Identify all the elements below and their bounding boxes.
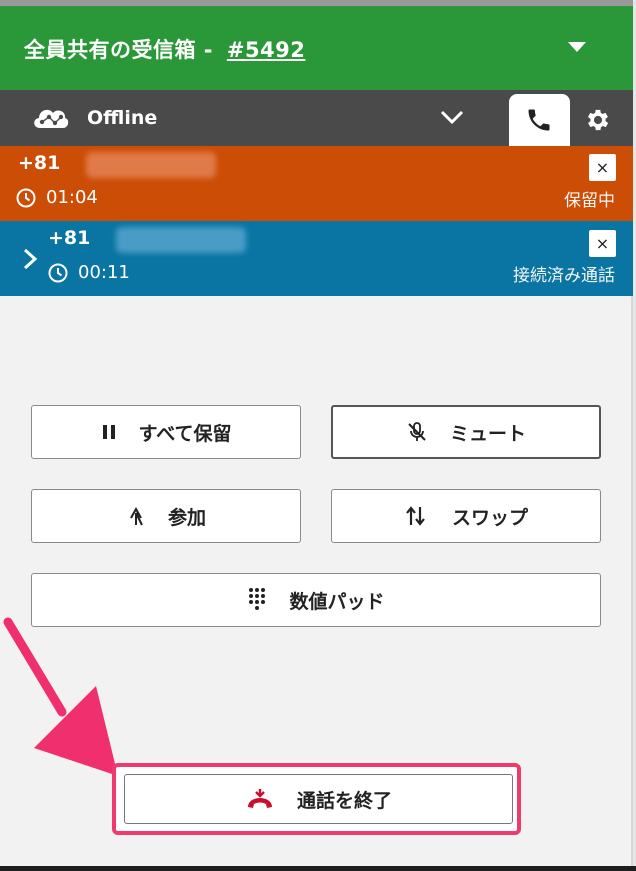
merge-icon bbox=[126, 505, 146, 527]
hold-all-label: すべて保留 bbox=[138, 422, 232, 445]
redacted-number bbox=[86, 152, 216, 178]
mute-button[interactable]: ミュート bbox=[331, 405, 601, 459]
hang-up-icon bbox=[245, 787, 275, 811]
inbox-title-label: 全員共有の受信箱 - bbox=[24, 38, 221, 62]
pause-icon bbox=[101, 424, 117, 440]
call-state: 接続済み通話 bbox=[513, 266, 615, 286]
clock-icon bbox=[48, 263, 68, 283]
call-card-connected[interactable]: +81 00:11 接続済み通話 × bbox=[0, 221, 633, 296]
cloud-network-icon bbox=[34, 109, 69, 128]
clock-icon bbox=[16, 188, 36, 208]
hold-all-button[interactable]: すべて保留 bbox=[31, 405, 301, 459]
inbox-number-link[interactable]: #5492 bbox=[227, 38, 306, 62]
keypad-label: 数値パッド bbox=[289, 590, 385, 613]
status-bar: Offline bbox=[0, 90, 633, 146]
call-number: +81 bbox=[48, 227, 91, 249]
call-duration: 01:04 bbox=[46, 187, 98, 208]
softphone-panel: 全員共有の受信箱 - #5492 Offline +81 01:04 保留中 ×… bbox=[0, 0, 633, 866]
close-button[interactable]: × bbox=[589, 230, 616, 257]
end-call-highlight: 通話を終了 bbox=[112, 763, 521, 835]
close-button[interactable]: × bbox=[589, 154, 616, 181]
end-call-label: 通話を終了 bbox=[296, 789, 392, 812]
chevron-right-icon[interactable] bbox=[20, 247, 40, 271]
swap-label: スワップ bbox=[451, 506, 528, 529]
redacted-number bbox=[116, 227, 246, 253]
call-state: 保留中 bbox=[564, 191, 615, 211]
call-number: +81 bbox=[18, 152, 61, 174]
microphone-off-icon bbox=[406, 421, 428, 443]
phone-icon bbox=[528, 109, 550, 131]
inbox-header[interactable]: 全員共有の受信箱 - #5492 bbox=[0, 0, 633, 90]
caret-down-icon[interactable] bbox=[568, 42, 586, 52]
window-edge-bottom bbox=[0, 866, 636, 871]
swap-icon bbox=[404, 505, 430, 527]
end-call-button[interactable]: 通話を終了 bbox=[124, 774, 513, 824]
join-label: 参加 bbox=[167, 506, 206, 529]
call-duration: 00:11 bbox=[78, 262, 130, 283]
mute-label: ミュート bbox=[449, 422, 526, 445]
chevron-down-icon[interactable] bbox=[440, 110, 464, 124]
status-label: Offline bbox=[87, 107, 158, 129]
join-button[interactable]: 参加 bbox=[31, 489, 301, 543]
inbox-title: 全員共有の受信箱 - #5492 bbox=[24, 34, 305, 64]
keypad-icon bbox=[247, 586, 267, 614]
call-card-hold[interactable]: +81 01:04 保留中 × bbox=[0, 146, 633, 221]
gear-icon[interactable] bbox=[584, 106, 612, 134]
tab-phone[interactable] bbox=[509, 94, 570, 146]
pointer-arrow-icon bbox=[3, 617, 118, 776]
swap-button[interactable]: スワップ bbox=[331, 489, 601, 543]
